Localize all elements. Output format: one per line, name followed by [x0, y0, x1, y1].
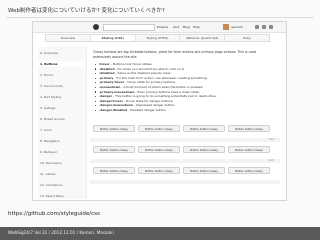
- sidebar-item-boxed-groups[interactable]: 6. Boxed Groups: [40, 117, 65, 121]
- sidebar-item-source-code[interactable]: 3. Source Code: [40, 84, 63, 88]
- demo-button[interactable]: Button button.classy: [183, 167, 225, 174]
- github-logo-icon[interactable]: [93, 24, 99, 30]
- sidebar-item-behavior[interactable]: 9. Behavior: [40, 150, 57, 154]
- demo-button[interactable]: Button button.classy: [228, 125, 270, 132]
- search-input[interactable]: [103, 24, 155, 31]
- button-states-list: :hover - Buttons look hover states. .dis…: [93, 62, 217, 113]
- sidebar: 0. Overview 1. Buttons 2. Forms 3. Sourc…: [38, 47, 87, 199]
- nav-explore[interactable]: Explore: [157, 25, 168, 29]
- sidebar-item-buttons[interactable]: 1. Buttons: [40, 62, 58, 66]
- code-example-bar: [90, 138, 280, 142]
- sidebar-item-text-styling[interactable]: 4. Text Styling: [40, 95, 61, 99]
- notifications-icon[interactable]: [262, 24, 266, 29]
- github-header: Explore Gist Blog Help qsoimm: [33, 22, 286, 33]
- source-url[interactable]: https://github.com/styleguide/css: [8, 211, 100, 217]
- sidebar-item-select-menu[interactable]: 13. Select Menu: [40, 194, 64, 198]
- slide-footer: WebSig24/7 Vol.31 / 2012.12.01 / Komori,…: [0, 227, 320, 240]
- demo-button[interactable]: Button button.classy: [138, 167, 180, 174]
- buttons-intro: Classy buttons are big clickable buttons…: [93, 50, 257, 59]
- sign-out-icon[interactable]: [269, 24, 273, 29]
- sidebar-item-listings[interactable]: 5. Listings: [40, 106, 55, 110]
- demo-button[interactable]: Button button.classy: [93, 167, 135, 174]
- sidebar-item-labels[interactable]: 11. Labels: [40, 172, 55, 176]
- button-demo-row: Button button.classy Button button.class…: [93, 146, 270, 153]
- slide-title: Web制作者は変化についていけるか? 変化についていくべきか?: [8, 8, 165, 14]
- username[interactable]: qsoimm: [231, 25, 243, 29]
- styleguide-screenshot: Explore Gist Blog Help qsoimm Overview S…: [32, 21, 287, 201]
- demo-button[interactable]: Button button.classy: [93, 125, 135, 132]
- demo-button[interactable]: Button button.classy: [183, 125, 225, 132]
- avatar[interactable]: [223, 23, 229, 30]
- demo-button[interactable]: Button button.classy: [138, 146, 180, 153]
- button-demo-row: Button button.classy Button button.class…: [93, 125, 270, 132]
- sidebar-item-forms[interactable]: 2. Forms: [40, 73, 53, 77]
- tab-styling-html[interactable]: Styling (HTML): [136, 35, 181, 41]
- tab-overview[interactable]: Overview: [46, 35, 91, 41]
- nav-gist[interactable]: Gist: [173, 25, 179, 29]
- sidebar-item-animations[interactable]: 12. Animations: [40, 183, 63, 187]
- tab-ruby[interactable]: Ruby: [225, 35, 269, 41]
- footer-credit: WebSig24/7 Vol.31 / 2012.12.01 / Komori,…: [8, 229, 114, 235]
- list-item: .danger.disabled - Disabled danger butto…: [93, 108, 217, 113]
- demo-button[interactable]: Button button.classy: [183, 146, 225, 153]
- demo-button[interactable]: Button button.classy: [228, 167, 270, 174]
- sidebar-item-discussion[interactable]: 10. Discussion: [40, 161, 62, 165]
- button-demo-row: Button button.classy Button button.class…: [93, 167, 270, 174]
- sidebar-item-navigation[interactable]: 8. Navigation: [40, 139, 60, 143]
- demo-button[interactable]: Button button.classy: [138, 125, 180, 132]
- nav-help[interactable]: Help: [193, 25, 200, 29]
- demo-button[interactable]: Button button.classy: [93, 146, 135, 153]
- tab-styling-css[interactable]: Styling (CSS): [90, 35, 136, 41]
- code-example-bar: [90, 180, 280, 184]
- sidebar-item-overview[interactable]: 0. Overview: [40, 51, 58, 55]
- demo-button[interactable]: Button button.classy: [228, 146, 270, 153]
- code-label-haml[interactable]: haml: [268, 159, 274, 162]
- sidebar-item-icons[interactable]: 7. Icons: [40, 128, 52, 132]
- settings-icon[interactable]: [255, 24, 259, 29]
- code-label-html[interactable]: html: [269, 138, 275, 141]
- title-divider: [6, 17, 314, 18]
- nav-blog[interactable]: Blog: [183, 25, 190, 29]
- styleguide-tabs: Overview Styling (CSS) Styling (HTML) Be…: [45, 34, 270, 42]
- code-example-bar: [90, 159, 280, 163]
- tab-behavior-javascript[interactable]: Behavior (JavaScript): [180, 35, 226, 41]
